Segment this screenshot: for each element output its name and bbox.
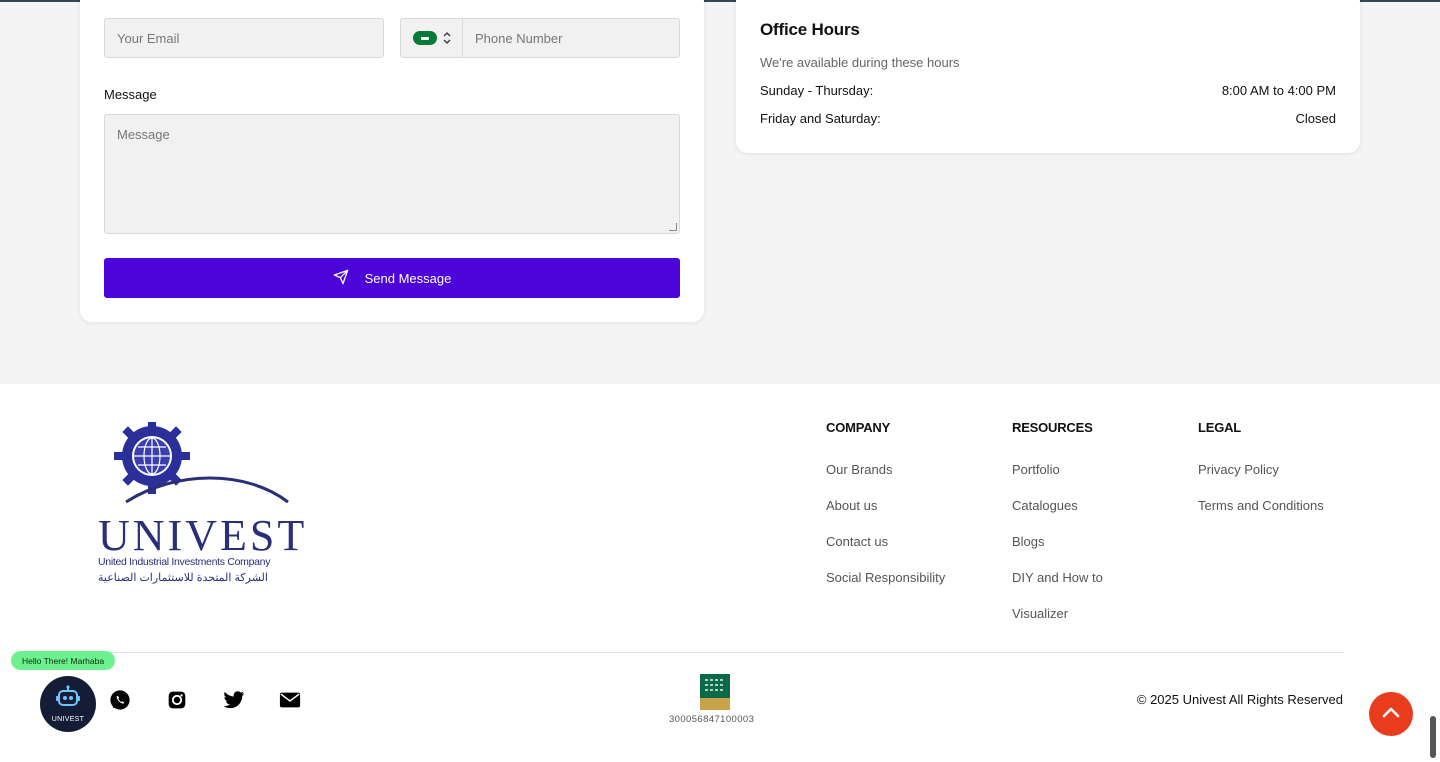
hours-day: Sunday - Thursday: (760, 83, 874, 98)
footer-link-social-responsibility[interactable]: Social Responsibility (826, 565, 945, 601)
footer: UNIVEST United Industrial Investments Co… (0, 384, 1440, 762)
send-button-label: Send Message (364, 270, 452, 286)
logo-arabic-name: الشركة المتحدة للاستثمارات الصناعية (98, 572, 268, 584)
vat-logo (700, 674, 730, 710)
footer-link-diy[interactable]: DIY and How to (1012, 565, 1103, 601)
univest-logo[interactable]: UNIVEST United Industrial Investments Co… (96, 418, 308, 588)
hours-day: Friday and Saturday: (760, 111, 881, 126)
chevron-up-icon (1382, 705, 1400, 723)
robot-icon (55, 685, 81, 714)
email-field[interactable]: Your Email (104, 18, 384, 58)
message-label: Message (104, 87, 157, 102)
saudi-arabia-flag-icon (412, 31, 437, 45)
footer-link-visualizer[interactable]: Visualizer (1012, 601, 1103, 637)
hours-time: Closed (1295, 111, 1336, 126)
hours-time: 8:00 AM to 4:00 PM (1221, 83, 1336, 98)
chatbot-button[interactable]: UNIVEST (40, 676, 96, 732)
footer-column-title: LEGAL (1198, 420, 1242, 435)
message-placeholder: Message (117, 127, 170, 142)
copyright-text: © 2025 Univest All Rights Reserved (1136, 692, 1343, 707)
vat-number: 300056847100003 (669, 714, 755, 725)
send-message-button[interactable]: Send Message (104, 258, 680, 298)
twitter-icon[interactable] (223, 689, 245, 711)
logo-wordmark: UNIVEST (98, 511, 308, 560)
footer-column-title: COMPANY (826, 420, 891, 435)
footer-column-company: COMPANY Our Brands About us Contact us S… (826, 420, 945, 601)
footer-link-our-brands[interactable]: Our Brands (826, 457, 945, 493)
phone-placeholder: Phone Number (475, 30, 563, 46)
resize-handle-icon[interactable] (669, 223, 677, 231)
office-hours-card: Office Hours We're available during thes… (736, 0, 1360, 153)
chevron-updown-icon (443, 32, 451, 44)
contact-section: Your Email Phone Number Message Message … (0, 0, 1440, 384)
contact-form-card: Your Email Phone Number Message Message … (80, 0, 704, 322)
page-scrollbar[interactable] (1430, 716, 1436, 758)
logo-tagline: United Industrial Investments Company (98, 556, 271, 568)
hours-row: Friday and Saturday: Closed (760, 111, 1336, 126)
footer-column-title: RESOURCES (1012, 420, 1093, 435)
phone-field[interactable]: Phone Number (400, 18, 680, 58)
footer-link-portfolio[interactable]: Portfolio (1012, 457, 1103, 493)
chatbot-label: UNIVEST (51, 716, 85, 723)
email-icon[interactable] (279, 689, 301, 711)
footer-link-catalogues[interactable]: Catalogues (1012, 493, 1103, 529)
footer-column-legal: LEGAL Privacy Policy Terms and Condition… (1198, 420, 1324, 529)
office-hours-title: Office Hours (760, 20, 860, 39)
footer-link-terms[interactable]: Terms and Conditions (1198, 493, 1324, 529)
office-hours-subtitle: We're available during these hours (760, 55, 960, 70)
footer-link-contact-us[interactable]: Contact us (826, 529, 945, 565)
chat-greeting-bubble[interactable]: Hello There! Marhaba (11, 651, 116, 670)
footer-column-resources: RESOURCES Portfolio Catalogues Blogs DIY… (1012, 420, 1103, 637)
message-textarea[interactable]: Message (104, 114, 680, 234)
footer-link-about-us[interactable]: About us (826, 493, 945, 529)
whatsapp-icon[interactable] (109, 689, 131, 711)
hours-row: Sunday - Thursday: 8:00 AM to 4:00 PM (760, 83, 1336, 98)
footer-link-privacy-policy[interactable]: Privacy Policy (1198, 457, 1324, 493)
instagram-icon[interactable] (166, 689, 188, 711)
country-code-select[interactable] (401, 19, 463, 57)
scroll-to-top-button[interactable] (1369, 692, 1413, 736)
footer-link-blogs[interactable]: Blogs (1012, 529, 1103, 565)
send-icon (333, 269, 349, 288)
email-placeholder: Your Email (117, 30, 180, 46)
gear-globe-logo-icon (114, 418, 289, 504)
footer-divider (96, 652, 1344, 653)
